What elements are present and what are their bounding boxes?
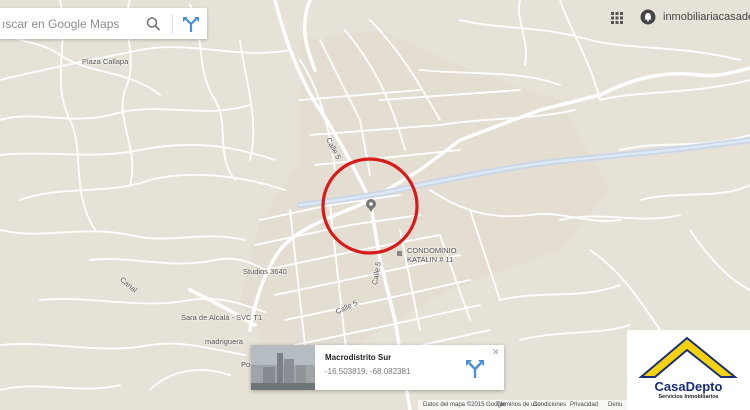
footer-report-link[interactable]: Denu xyxy=(608,402,622,408)
notifications-bell-icon[interactable] xyxy=(640,9,656,25)
map-label-condominio: CONDOMINIO KATALIN # 11 xyxy=(407,246,457,264)
condominio-line-1: CONDOMINIO xyxy=(407,246,457,255)
search-input[interactable] xyxy=(0,8,142,39)
place-photo-thumbnail[interactable] xyxy=(251,345,315,390)
map-footer: Datos del mapa ©2015 Google Términos de … xyxy=(418,400,630,410)
map-label-plaza-callapa: Plaza Callapa xyxy=(82,57,129,66)
search-button[interactable] xyxy=(142,14,164,34)
directions-button[interactable] xyxy=(180,14,202,34)
condominio-marker-icon xyxy=(397,251,402,256)
map-label-madriguera: madriguera xyxy=(205,337,243,346)
place-coordinates: -16.503819, -68.082381 xyxy=(325,367,411,376)
footer-privacy-link[interactable]: Privacidad xyxy=(570,402,598,408)
account-name-link[interactable]: inmobiliariacasadepto xyxy=(663,11,750,23)
search-separator xyxy=(172,14,173,34)
search-box xyxy=(0,8,207,39)
search-icon xyxy=(146,17,160,31)
map-label-po: Po xyxy=(241,360,251,369)
close-icon[interactable]: ✕ xyxy=(492,347,500,358)
house-roof-logo-icon xyxy=(638,336,738,378)
condominio-line-2: KATALIN # 11 xyxy=(407,255,454,264)
apps-grid-icon[interactable] xyxy=(611,11,623,24)
place-title: Macrodistrito Sur xyxy=(325,353,392,362)
casadepto-logo: CasaDepto Servicios Inmobiliarios xyxy=(627,330,750,410)
footer-conditions-link[interactable]: Condiciones xyxy=(533,402,566,408)
place-card[interactable]: Macrodistrito Sur -16.503819, -68.082381… xyxy=(251,345,504,390)
map-label-sara: Sara de Alcalá - SVC T1 xyxy=(181,313,263,322)
place-directions-button[interactable] xyxy=(463,358,487,380)
logo-name: CasaDepto xyxy=(654,379,723,394)
directions-icon xyxy=(466,360,484,378)
footer-map-data: Datos del mapa ©2015 Google xyxy=(423,402,506,408)
map-label-studios: Studios 3640 xyxy=(243,267,287,276)
logo-tagline: Servicios Inmobiliarios xyxy=(658,394,719,400)
directions-icon xyxy=(183,17,199,32)
